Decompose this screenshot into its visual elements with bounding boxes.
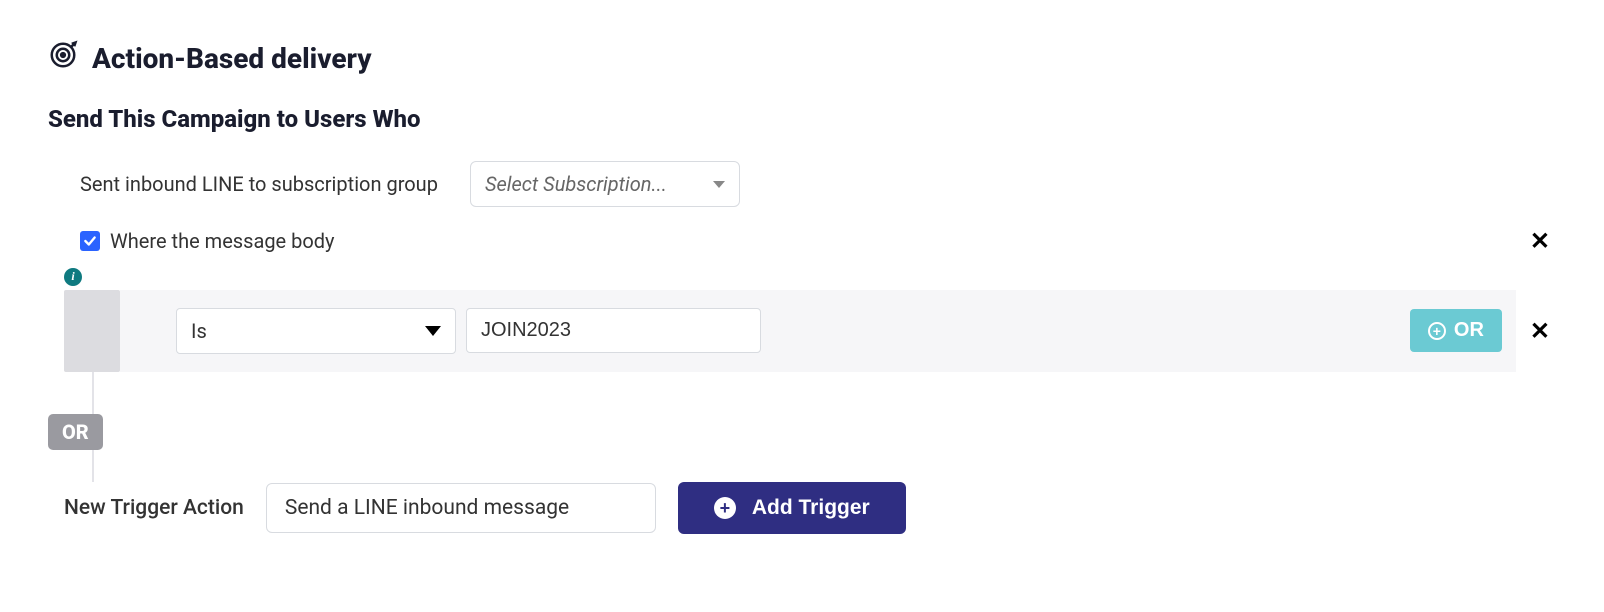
page-title-text: Action-Based delivery (92, 42, 372, 75)
info-icon[interactable]: i (64, 268, 82, 286)
chevron-down-icon (713, 181, 725, 188)
condition-body: Is + OR (120, 290, 1516, 372)
condition-gutter (64, 290, 120, 372)
page-title: Action-Based delivery (48, 40, 1556, 77)
or-button-label: OR (1454, 319, 1484, 342)
condition-operator-value: Is (191, 319, 207, 343)
new-trigger-action-select[interactable]: Send a LINE inbound message (266, 483, 656, 533)
trigger-definition-row: Sent inbound LINE to subscription group … (80, 161, 1556, 207)
message-body-checkbox-label: Where the message body (110, 229, 335, 253)
trigger-label: Sent inbound LINE to subscription group (80, 172, 438, 196)
condition-value-input[interactable] (466, 308, 761, 353)
section-heading: Send This Campaign to Users Who (48, 105, 1556, 133)
plus-circle-icon: + (714, 497, 736, 519)
add-trigger-button[interactable]: + Add Trigger (678, 482, 906, 534)
new-trigger-row: New Trigger Action Send a LINE inbound m… (64, 482, 1556, 534)
new-trigger-action-value: Send a LINE inbound message (285, 496, 569, 520)
message-body-checkbox-wrap[interactable]: Where the message body (80, 229, 335, 253)
plus-circle-icon: + (1428, 322, 1446, 340)
condition-block: Is + OR ✕ (64, 290, 1556, 372)
condition-operator-select[interactable]: Is (176, 308, 456, 354)
subscription-select-placeholder: Select Subscription... (485, 172, 667, 196)
add-trigger-button-label: Add Trigger (752, 496, 870, 520)
target-icon (48, 40, 78, 77)
chevron-down-icon (425, 326, 441, 336)
add-or-condition-button[interactable]: + OR (1410, 309, 1502, 352)
new-trigger-label: New Trigger Action (64, 496, 244, 520)
remove-condition-button[interactable]: ✕ (1524, 317, 1556, 345)
checkbox-checked-icon (80, 231, 100, 251)
info-icon-row: i (64, 265, 1556, 286)
message-body-filter-row: Where the message body ✕ (80, 227, 1556, 255)
remove-trigger-button[interactable]: ✕ (1524, 227, 1556, 255)
or-connector-badge: OR (48, 414, 103, 450)
trigger-connector: OR (80, 372, 1556, 482)
subscription-select[interactable]: Select Subscription... (470, 161, 740, 207)
